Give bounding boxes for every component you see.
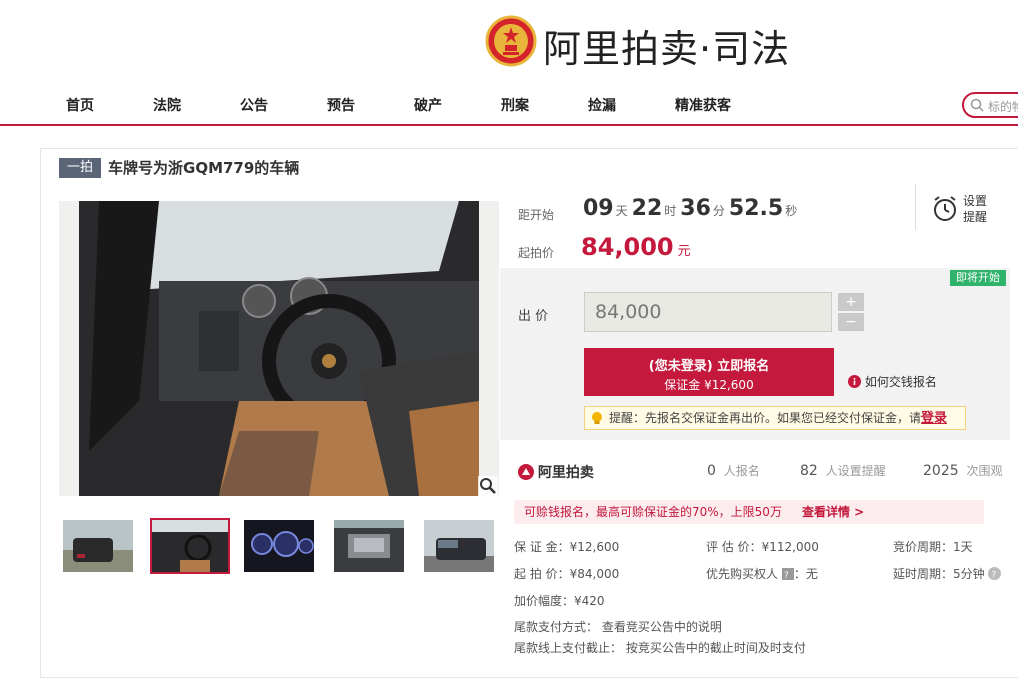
how-to-pay-label: 如何交钱报名 bbox=[864, 375, 937, 389]
minutes-unit: 分 bbox=[712, 204, 725, 218]
nav-preview[interactable]: 预告 bbox=[327, 95, 355, 115]
countdown-seconds: 52.5 bbox=[728, 196, 784, 221]
search-input[interactable]: 标的物 bbox=[988, 98, 1018, 115]
reminder-label-line1: 设置 bbox=[963, 194, 988, 208]
reminder-count-value: 82 bbox=[800, 463, 818, 479]
countdown-timer: 09 天 22 时 36 分 52.5 秒 bbox=[583, 196, 801, 221]
countdown-label: 距开始 bbox=[518, 208, 555, 222]
bid-input[interactable]: 84,000 bbox=[584, 292, 832, 332]
decrease-bid-button[interactable]: − bbox=[838, 313, 864, 331]
zoom-icon[interactable] bbox=[478, 476, 498, 496]
increase-bid-button[interactable]: + bbox=[838, 293, 864, 311]
info-icon bbox=[848, 375, 861, 388]
delay-cycle-info: 延时周期：5分钟 ? bbox=[893, 565, 1002, 582]
signup-count-value: 0 bbox=[707, 463, 716, 479]
reminder-count: 82 人设置提醒 bbox=[800, 462, 886, 479]
view-details-link[interactable]: 查看详情 > bbox=[802, 500, 864, 524]
login-reminder: 提醒：先报名交保证金再出价。如果您已经交付保证金，请登录 bbox=[584, 406, 966, 430]
start-price: 84,000 元 bbox=[581, 233, 690, 261]
status-badge: 即将开始 bbox=[950, 270, 1006, 286]
item-title: 车牌号为浙GQM779的车辆 bbox=[108, 159, 300, 177]
nav-divider bbox=[0, 124, 1018, 126]
thumbnail-3[interactable] bbox=[244, 520, 314, 572]
thumbnail-2-selected[interactable] bbox=[150, 518, 230, 574]
car-interior-thumbnail bbox=[152, 520, 228, 572]
thumbnail-1[interactable] bbox=[63, 520, 133, 572]
payment-method-info: 尾款支付方式： 查看竞买公告中的说明 bbox=[514, 620, 722, 634]
countdown-hours: 22 bbox=[631, 196, 663, 221]
car-interior-photo bbox=[59, 201, 499, 496]
nav-bankruptcy[interactable]: 破产 bbox=[414, 95, 442, 115]
alarm-clock-icon bbox=[934, 196, 956, 221]
days-unit: 天 bbox=[615, 204, 628, 218]
site-logo-text[interactable]: 阿里拍卖·司法 bbox=[543, 18, 790, 73]
nav-precise[interactable]: 精准获客 bbox=[675, 95, 731, 115]
signup-count: 0 人报名 bbox=[707, 462, 760, 479]
main-nav: 首页 法院 公告 预告 破产 刑案 捡漏 精准获客 bbox=[0, 88, 1018, 124]
register-button-label: (您未登录) 立即报名 bbox=[648, 359, 770, 374]
main-product-image[interactable] bbox=[59, 201, 499, 496]
start-price-value: 84,000 bbox=[581, 233, 674, 261]
start-price-label: 起拍价 bbox=[518, 246, 555, 260]
payment-deadline-info: 尾款线上支付截止： 按竞买公告中的截止时间及时支付 bbox=[514, 641, 806, 655]
signup-count-label: 人报名 bbox=[723, 464, 760, 478]
lightbulb-icon bbox=[592, 412, 602, 424]
reminder-label-line2: 提醒 bbox=[963, 210, 988, 224]
car-exterior-rear-photo bbox=[63, 520, 133, 572]
reminder-text: 提醒：先报名交保证金再出价。如果您已经交付保证金，请 bbox=[609, 411, 922, 425]
brand-badge: 阿里拍卖 bbox=[518, 462, 594, 482]
priority-buyer-info: 优先购买权人 ? ：无 bbox=[706, 565, 818, 582]
search-box[interactable]: 标的物 bbox=[962, 92, 1018, 118]
start-price-unit: 元 bbox=[677, 244, 691, 259]
brand-name: 阿里拍卖 bbox=[537, 465, 594, 481]
priority-buyer-value: ：无 bbox=[793, 567, 818, 581]
hours-unit: 时 bbox=[664, 204, 677, 218]
seconds-unit: 秒 bbox=[785, 204, 798, 218]
set-reminder-button[interactable]: 设置 提醒 bbox=[932, 193, 1012, 229]
priority-buyer-label: 优先购买权人 bbox=[706, 567, 779, 581]
reminder-count-label: 人设置提醒 bbox=[825, 464, 886, 478]
help-circle-icon[interactable]: ? bbox=[988, 567, 1002, 581]
priority-help-icon[interactable]: ? bbox=[781, 568, 794, 581]
ali-auction-logo-icon bbox=[518, 464, 534, 480]
nav-home[interactable]: 首页 bbox=[66, 95, 94, 115]
thumbnail-4[interactable] bbox=[334, 520, 404, 572]
nav-criminal[interactable]: 刑案 bbox=[501, 95, 529, 115]
bid-label: 出 价 bbox=[518, 309, 549, 324]
nav-bargain[interactable]: 捡漏 bbox=[588, 95, 616, 115]
view-count: 2025 次围观 bbox=[923, 462, 1002, 479]
login-link[interactable]: 登录 bbox=[921, 411, 947, 426]
promo-text: 可赊钱报名，最高可赊保证金的70%，上限50万 bbox=[524, 505, 782, 519]
view-count-label: 次围观 bbox=[966, 464, 1003, 478]
appraisal-info: 评 估 价：¥112,000 bbox=[706, 540, 819, 554]
start-price-info: 起 拍 价：¥84,000 bbox=[514, 567, 620, 581]
register-now-button[interactable]: (您未登录) 立即报名 保证金 ¥12,600 bbox=[584, 348, 834, 396]
increment-info: 加价幅度：¥420 bbox=[514, 594, 605, 608]
divider bbox=[915, 184, 916, 230]
delay-cycle-text: 延时周期：5分钟 bbox=[893, 567, 985, 581]
countdown-days: 09 bbox=[583, 196, 614, 221]
countdown-minutes: 36 bbox=[680, 196, 711, 221]
view-count-value: 2025 bbox=[923, 463, 959, 479]
credit-promo-bar: 可赊钱报名，最高可赊保证金的70%，上限50万 查看详情 > bbox=[514, 500, 984, 524]
svg-text:?: ? bbox=[992, 571, 997, 581]
nav-court[interactable]: 法院 bbox=[153, 95, 181, 115]
car-exterior-front-photo bbox=[424, 520, 494, 572]
car-engine-bay-photo bbox=[334, 520, 404, 572]
car-dashboard-gauges-photo bbox=[244, 520, 314, 572]
deposit-info: 保 证 金：¥12,600 bbox=[514, 540, 620, 554]
search-icon bbox=[970, 98, 984, 112]
how-to-pay-link[interactable]: 如何交钱报名 bbox=[848, 373, 937, 390]
svg-text:?: ? bbox=[784, 571, 789, 580]
auction-round-tag: 一拍 bbox=[59, 158, 101, 178]
thumbnail-5[interactable] bbox=[424, 520, 494, 572]
bid-cycle-info: 竞价周期：1天 bbox=[893, 540, 973, 554]
court-emblem-logo bbox=[485, 15, 537, 67]
deposit-amount-label: 保证金 ¥12,600 bbox=[664, 378, 754, 392]
nav-announcement[interactable]: 公告 bbox=[240, 95, 268, 115]
